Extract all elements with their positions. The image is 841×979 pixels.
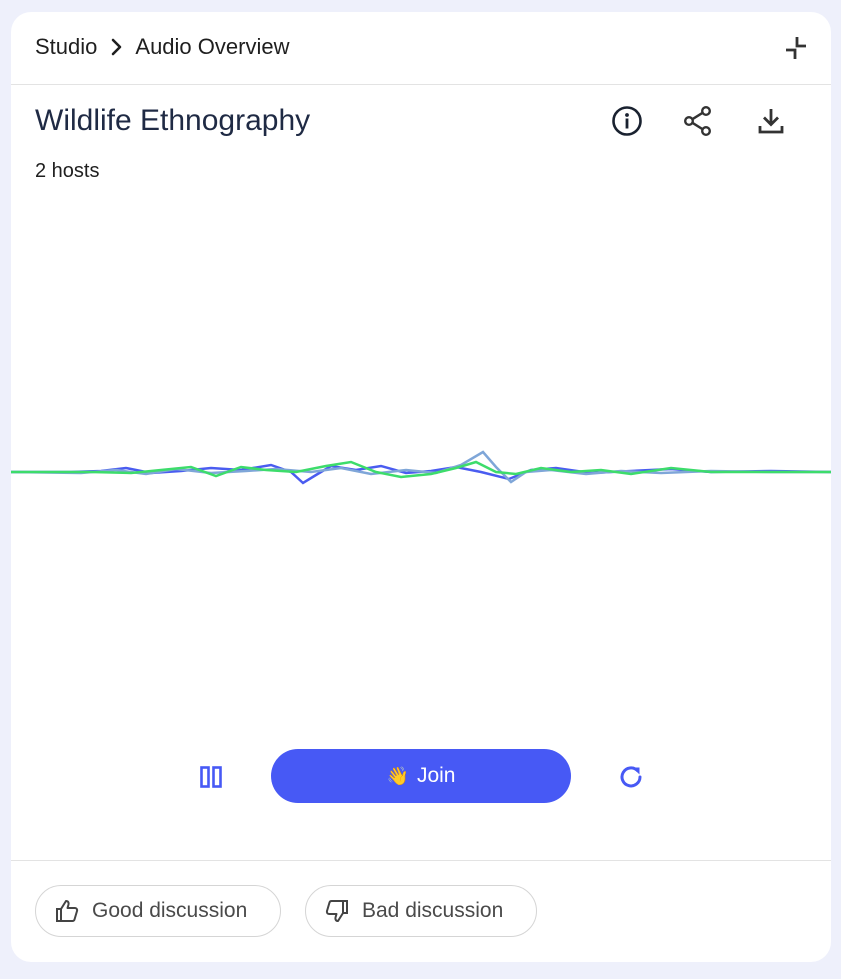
waveform-line-light [11,450,831,484]
audio-overview-card: Studio Audio Overview Wildlife Ethnograp… [11,12,831,962]
header: Studio Audio Overview [11,12,831,85]
share-icon [684,106,712,137]
collapse-button[interactable] [783,34,811,62]
bad-discussion-button[interactable]: Bad discussion [305,885,537,937]
thumb-up-icon [56,900,79,922]
playback-controls: 👋 Join [11,749,831,805]
download-icon [758,109,784,134]
collapse-icon [786,37,806,59]
pause-icon [200,766,222,788]
breadcrumb: Studio Audio Overview [35,34,289,60]
download-button[interactable] [751,101,791,141]
info-icon [612,106,642,136]
chevron-right-icon [112,38,122,56]
feedback-footer: Good discussion Bad discussion [11,860,831,962]
thumb-down-icon [325,900,348,922]
replay-button[interactable] [611,759,651,795]
waving-hand-icon: 👋 [386,765,409,786]
audio-title: Wildlife Ethnography [35,104,311,137]
join-button[interactable]: 👋 Join [271,749,571,803]
audio-waveform [11,450,831,485]
join-label: Join [416,764,456,787]
breadcrumb-audio-overview: Audio Overview [135,34,290,59]
breadcrumb-studio[interactable]: Studio [35,34,97,60]
good-discussion-button[interactable]: Good discussion [35,885,281,937]
good-discussion-label: Good discussion [92,899,248,922]
info-button[interactable] [607,101,647,141]
pause-button[interactable] [191,759,231,795]
replay-icon [620,766,642,788]
hosts-count: 2 hosts [35,160,100,182]
bad-discussion-label: Bad discussion [362,899,504,922]
share-button[interactable] [678,101,718,141]
